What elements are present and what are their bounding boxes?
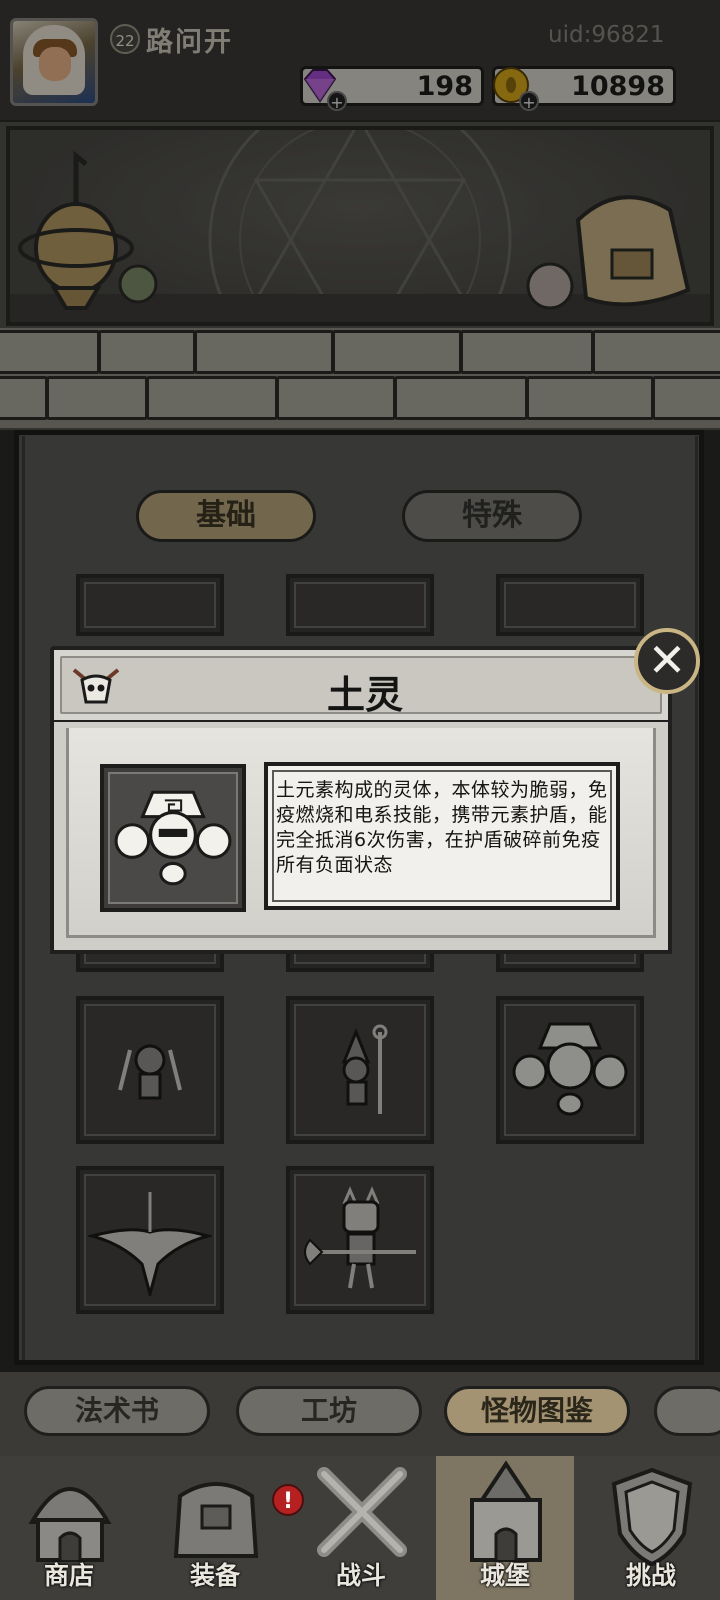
tab-bestiary[interactable]: 怪物图鉴 [444,1386,630,1436]
nav-shop[interactable]: 商店 [0,1456,138,1600]
nav-equipment-label: 装备 [189,1561,240,1590]
tab-more[interactable] [654,1386,720,1436]
nav-battle-label: 战斗 [335,1561,386,1590]
nav-challenge-label: 挑战 [625,1561,676,1590]
earth-spirit-icon [114,790,232,886]
satchel-icon [173,1482,259,1558]
tab-workshop[interactable]: 工坊 [236,1386,422,1436]
nav-castle[interactable]: 城堡 [436,1456,574,1600]
shop-hut-icon [28,1487,112,1562]
castle-tower-icon [470,1460,542,1562]
modal-title: 土灵 [326,673,403,717]
crossed-swords-icon [317,1467,407,1557]
modal-header: 土灵 [50,646,672,724]
shield-icon [611,1467,693,1567]
nav-challenge[interactable]: 挑战 [582,1456,720,1600]
nav-battle[interactable]: 战斗 [292,1456,430,1600]
nav-shop-label: 商店 [43,1561,94,1590]
tab-spellbook[interactable]: 法术书 [24,1386,210,1436]
close-button[interactable]: ✕ [634,628,700,694]
nav-castle-label: 城堡 [479,1561,530,1590]
monster-description: 土元素构成的灵体，本体较为脆弱，免疫燃烧和电系技能，携带元素护盾，能完全抵消6次… [276,779,608,876]
close-icon: ✕ [647,633,687,687]
nav-equipment[interactable]: 装备 [146,1456,284,1600]
selected-monster-portrait [100,764,246,912]
